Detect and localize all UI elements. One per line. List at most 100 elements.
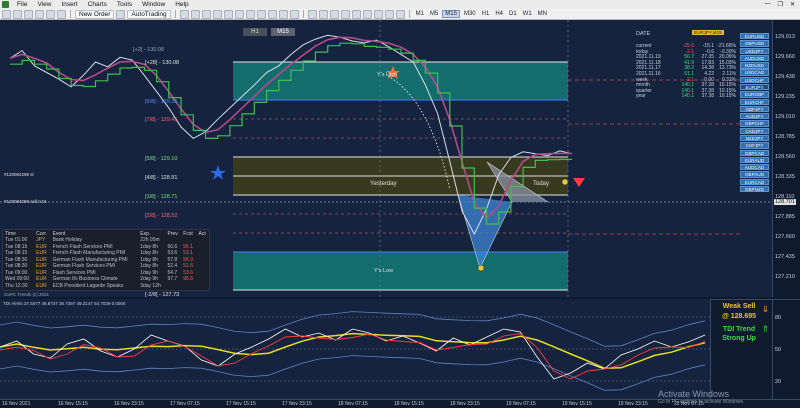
menu-view[interactable]: View — [32, 1, 56, 8]
pair-button[interactable]: EURGBP — [740, 91, 769, 98]
templates-icon[interactable] — [289, 9, 299, 19]
osc-tick: 50 — [775, 347, 782, 353]
pair-button[interactable]: GBPCAD — [740, 149, 769, 156]
candlestick-icon[interactable] — [190, 9, 200, 19]
pair-button[interactable]: EURUSD — [740, 33, 769, 40]
pair-button[interactable]: GBPCHF — [740, 120, 769, 127]
pair-button[interactable]: EURAUD — [740, 156, 769, 164]
price-tick: 129.913 — [775, 34, 795, 40]
profiles-icon[interactable] — [13, 9, 22, 19]
stats-label: year — [636, 93, 646, 100]
tf-h4[interactable]: H4 — [493, 11, 505, 17]
pair-button[interactable]: CADJPY — [740, 127, 769, 135]
price-axis[interactable]: 129.913 129.660 129.438 129.235 129.010 … — [772, 20, 800, 297]
arrow-tool-icon[interactable] — [395, 9, 405, 19]
pair-list: EURUSD GBPUSD USDJPY AUDUSD NZDUSD USDCA… — [740, 33, 770, 193]
pair-button[interactable]: USDCHF — [740, 76, 769, 84]
level-label-p2: [+28] - 130.08 — [145, 60, 180, 66]
meta-editor-icon[interactable] — [116, 9, 126, 19]
market-watch-icon[interactable] — [24, 9, 33, 19]
tf-box-h1[interactable]: H1 — [243, 28, 267, 36]
tdi-oscillator[interactable] — [0, 299, 710, 399]
bar-chart-icon[interactable] — [179, 9, 189, 19]
pair-button[interactable]: AUDCAD — [740, 164, 769, 171]
channel-icon[interactable] — [362, 9, 372, 19]
line-chart-icon[interactable] — [201, 9, 211, 19]
restore-icon[interactable]: ❐ — [778, 1, 783, 8]
tf-m5[interactable]: M5 — [428, 11, 440, 17]
pair-button-selected[interactable]: EURJPY — [740, 83, 769, 91]
pair-button[interactable]: GBPAUD — [740, 171, 769, 178]
time-tick: 17 Nov 23:15 — [282, 401, 312, 407]
news-row[interactable]: Thu 12:30 EUR ECB President Lagarde Speaks… — [3, 283, 209, 290]
crosshair-icon[interactable] — [318, 9, 328, 19]
cursor-icon[interactable] — [307, 9, 317, 19]
tf-h1[interactable]: H1 — [480, 11, 492, 17]
toolbar-separator — [408, 10, 410, 18]
tf-m15[interactable]: M15 — [442, 10, 460, 18]
menu-window[interactable]: Window — [137, 1, 170, 8]
text-tool-icon[interactable] — [384, 9, 394, 19]
pair-button[interactable]: NZDUSD — [740, 62, 769, 69]
zoom-out-icon[interactable] — [223, 9, 233, 19]
minimize-icon[interactable]: — — [765, 1, 771, 8]
pair-button[interactable]: NZDJPY — [740, 134, 769, 142]
strategy-tester-icon[interactable] — [57, 9, 66, 19]
menu-charts[interactable]: Charts — [83, 1, 112, 8]
news-col-header: Time — [5, 230, 16, 237]
tf-w1[interactable]: W1 — [521, 11, 534, 17]
time-tick: 18 Nov 15:15 — [394, 401, 424, 407]
news-actual — [197, 283, 210, 290]
periods-icon[interactable] — [278, 9, 288, 19]
tf-m1[interactable]: M1 — [414, 11, 426, 17]
menu-file[interactable]: File — [12, 1, 32, 8]
chart-shift-icon[interactable] — [256, 9, 266, 19]
trendline-icon[interactable] — [351, 9, 361, 19]
tf-box-m15[interactable]: M15 — [271, 28, 295, 36]
new-chart-icon[interactable] — [2, 9, 11, 19]
pair-button[interactable]: GBPJPY — [740, 105, 769, 113]
pair-button[interactable]: USDCAD — [740, 69, 769, 76]
today-label: Today — [533, 181, 550, 187]
tdi-trend-label: TDI Trend — [722, 326, 756, 333]
price-tick: 127.660 — [775, 234, 795, 240]
pair-button[interactable]: GBPNZD — [740, 185, 769, 193]
pair-button[interactable]: AUDUSD — [740, 54, 769, 62]
terminal-icon[interactable] — [46, 9, 55, 19]
price-tick: 127.885 — [775, 214, 795, 220]
zoom-in-icon[interactable] — [212, 9, 222, 19]
menu-insert[interactable]: Insert — [56, 1, 82, 8]
ys-low-label: Y's Low — [374, 268, 394, 274]
tile-windows-icon[interactable] — [234, 9, 244, 19]
tf-mn[interactable]: MN — [536, 11, 549, 17]
menu-help[interactable]: Help — [170, 1, 193, 8]
autotrading-button[interactable]: AutoTrading — [127, 9, 171, 19]
close-icon[interactable]: ✕ — [790, 1, 795, 8]
pair-button[interactable]: USDJPY — [740, 47, 769, 54]
pair-button[interactable]: EURCHF — [740, 98, 769, 105]
tdi-strength-label: Strong Up — [722, 335, 756, 342]
indicators-icon[interactable] — [267, 9, 277, 19]
vertical-line-icon[interactable] — [329, 9, 339, 19]
pair-button[interactable]: AUDJPY — [740, 113, 769, 120]
horizontal-line-icon[interactable] — [340, 9, 350, 19]
pair-button[interactable]: EURCAD — [740, 178, 769, 186]
menu-tools[interactable]: Tools — [112, 1, 137, 8]
price-tick: 129.010 — [775, 114, 795, 120]
navigator-icon[interactable] — [35, 9, 44, 19]
fibonacci-icon[interactable] — [373, 9, 383, 19]
level-label-3-8: [3/8] - 128.71 — [145, 194, 178, 200]
activate-windows-watermark: Activate Windows Go to PC settings to ac… — [658, 389, 744, 405]
auto-scroll-icon[interactable] — [245, 9, 255, 19]
tf-d1[interactable]: D1 — [507, 11, 519, 17]
news-col-header: Fcst — [183, 230, 193, 237]
pair-button[interactable]: CHFJPY — [740, 142, 769, 149]
pair-button[interactable]: GBPUSD — [740, 40, 769, 47]
news-expire: 3day 12h — [140, 282, 161, 289]
tf-m30[interactable]: M30 — [462, 11, 478, 17]
time-tick: 16 Nov 23:15 — [114, 401, 144, 407]
new-order-button[interactable]: New Order — [75, 9, 115, 19]
signal-panel: Weak Sell ⇓ @ 128.695 TDI Trend ⇑ Strong… — [710, 299, 772, 399]
toolbar: New Order AutoTrading M1 M5 M15 M30 H1 H… — [0, 9, 800, 20]
osc-tick: 20 — [775, 379, 782, 385]
